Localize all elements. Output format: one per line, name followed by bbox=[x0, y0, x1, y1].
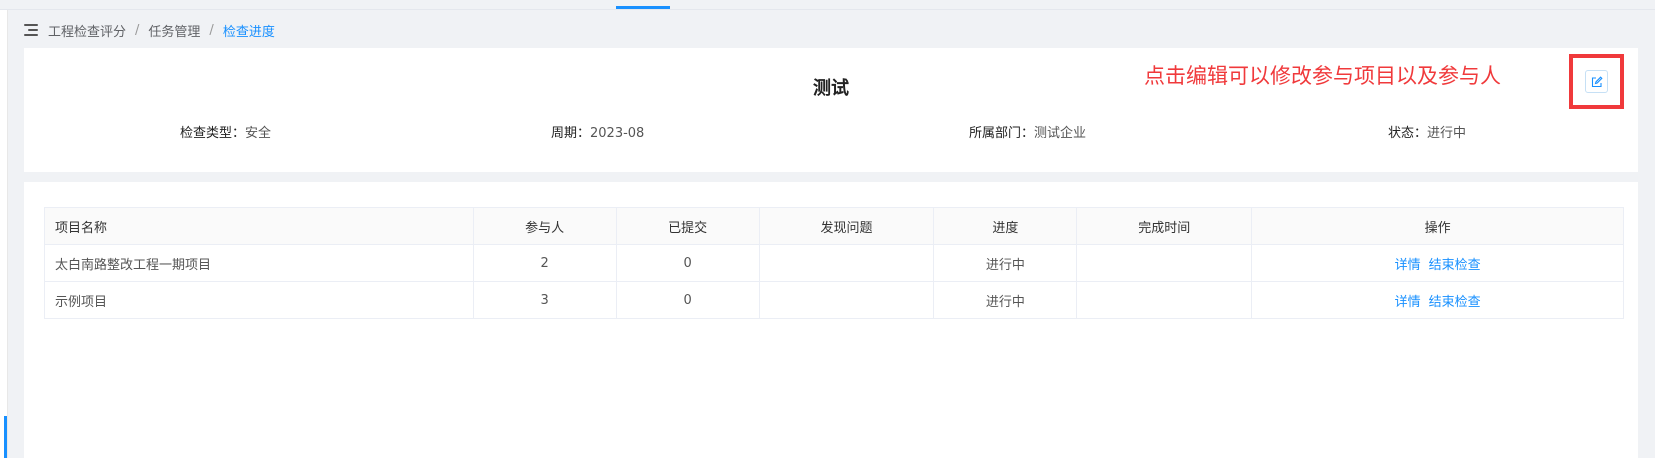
breadcrumb-current: 检查进度 bbox=[222, 24, 275, 40]
breadcrumb-separator: / bbox=[209, 22, 214, 38]
info-label: 周期： bbox=[551, 126, 591, 141]
cell-actions: 详情 结束检查 bbox=[1251, 244, 1624, 282]
info-value: 进行中 bbox=[1427, 126, 1467, 141]
breadcrumb-item-project-scoring[interactable]: 工程检查评分 bbox=[48, 21, 126, 40]
project-progress-table: 项目名称 参与人 已提交 发现问题 进度 完成时间 操作 太白南路整改工程一期项… bbox=[44, 207, 1624, 319]
cell-submitted: 0 bbox=[615, 244, 760, 282]
column-header-actions: 操作 bbox=[1251, 207, 1624, 245]
info-value: 2023-08 bbox=[590, 126, 645, 141]
table-header-row: 项目名称 参与人 已提交 发现问题 进度 完成时间 操作 bbox=[44, 207, 1624, 245]
detail-link[interactable]: 详情 bbox=[1395, 295, 1421, 310]
edit-annotation-text: 点击编辑可以修改参与项目以及参与人 bbox=[1144, 64, 1501, 88]
info-check-type: 检查类型：安全 bbox=[180, 122, 271, 141]
cell-project-name: 太白南路整改工程一期项目 bbox=[44, 244, 474, 282]
top-bar bbox=[0, 0, 1655, 10]
info-department: 所属部门：测试企业 bbox=[969, 122, 1086, 141]
right-scroll-gutter bbox=[1643, 10, 1655, 458]
info-status: 状态：进行中 bbox=[1388, 122, 1466, 141]
column-header-participants: 参与人 bbox=[472, 207, 617, 245]
detail-link[interactable]: 详情 bbox=[1395, 258, 1421, 273]
cell-participants: 3 bbox=[472, 281, 617, 319]
sidebar-active-indicator bbox=[4, 416, 7, 458]
cell-participants: 2 bbox=[472, 244, 617, 282]
cell-progress: 进行中 bbox=[933, 244, 1078, 282]
table-row: 太白南路整改工程一期项目 2 0 进行中 详情 结束检查 bbox=[44, 244, 1624, 282]
edit-icon bbox=[1591, 75, 1603, 87]
menu-fold-icon[interactable] bbox=[24, 24, 38, 36]
column-header-issues: 发现问题 bbox=[758, 207, 935, 245]
column-header-submitted: 已提交 bbox=[615, 207, 760, 245]
cell-issues bbox=[758, 244, 935, 282]
info-label: 检查类型： bbox=[180, 126, 246, 141]
edit-button[interactable] bbox=[1585, 70, 1608, 93]
left-sidebar-strip bbox=[0, 10, 8, 458]
cell-finish-time bbox=[1076, 281, 1253, 319]
project-table-card: 项目名称 参与人 已提交 发现问题 进度 完成时间 操作 太白南路整改工程一期项… bbox=[24, 182, 1638, 458]
breadcrumb: 工程检查评分 / 任务管理 / 检查进度 bbox=[24, 20, 275, 40]
column-header-finish-time: 完成时间 bbox=[1076, 207, 1253, 245]
active-tab-indicator bbox=[616, 6, 670, 9]
info-value: 测试企业 bbox=[1034, 126, 1087, 141]
breadcrumb-item-task-management[interactable]: 任务管理 bbox=[148, 21, 200, 40]
end-check-link[interactable]: 结束检查 bbox=[1429, 295, 1481, 310]
cell-issues bbox=[758, 281, 935, 319]
column-header-progress: 进度 bbox=[933, 207, 1078, 245]
cell-finish-time bbox=[1076, 244, 1253, 282]
cell-project-name: 示例项目 bbox=[44, 281, 474, 319]
table-row: 示例项目 3 0 进行中 详情 结束检查 bbox=[44, 281, 1624, 319]
cell-actions: 详情 结束检查 bbox=[1251, 281, 1624, 319]
info-label: 所属部门： bbox=[969, 126, 1035, 141]
task-info-row: 检查类型：安全 周期：2023-08 所属部门：测试企业 状态：进行中 bbox=[24, 122, 1638, 142]
task-info-card: 测试 检查类型：安全 周期：2023-08 所属部门：测试企业 状态：进行中 点… bbox=[24, 48, 1638, 172]
end-check-link[interactable]: 结束检查 bbox=[1429, 258, 1481, 273]
column-header-project-name: 项目名称 bbox=[44, 207, 474, 245]
cell-progress: 进行中 bbox=[933, 281, 1078, 319]
info-period: 周期：2023-08 bbox=[551, 122, 644, 141]
cell-submitted: 0 bbox=[615, 281, 760, 319]
info-value: 安全 bbox=[245, 126, 272, 141]
breadcrumb-separator: / bbox=[135, 22, 140, 38]
info-label: 状态： bbox=[1388, 126, 1428, 141]
